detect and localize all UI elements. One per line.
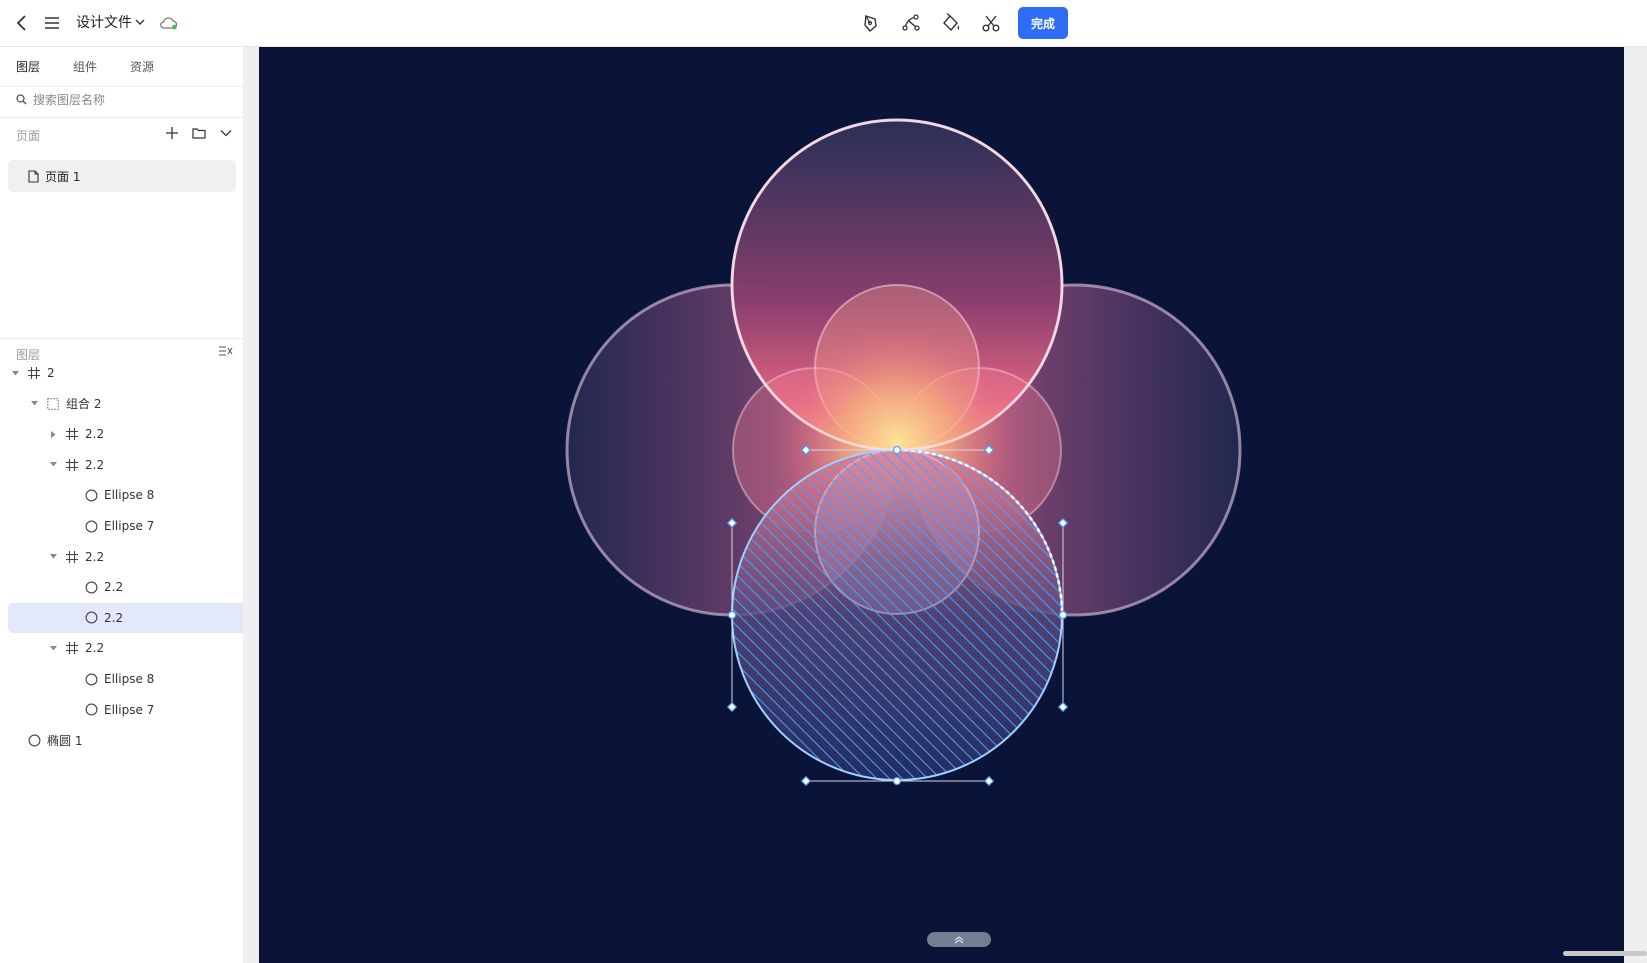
collapse-all-layers-button[interactable] bbox=[218, 343, 234, 359]
ellipse-icon bbox=[83, 520, 99, 533]
collapse-pages-button[interactable] bbox=[218, 125, 234, 141]
ellipse-icon bbox=[26, 734, 42, 747]
pen-tool-icon bbox=[864, 15, 877, 32]
layer-label: 2.2 bbox=[104, 580, 124, 595]
add-folder-button[interactable] bbox=[191, 125, 207, 141]
back-arrow-icon bbox=[16, 15, 26, 31]
caret-down-icon[interactable] bbox=[48, 645, 58, 651]
expand-panel-button[interactable] bbox=[927, 932, 991, 947]
chevron-down-icon bbox=[135, 19, 145, 25]
layer-row[interactable]: 2.2 bbox=[48, 419, 104, 449]
layer-label: Ellipse 7 bbox=[104, 519, 155, 533]
ellipse-icon bbox=[83, 581, 99, 594]
collapse-all-icon bbox=[219, 346, 233, 356]
caret-down-icon[interactable] bbox=[48, 554, 58, 559]
ellipse-icon bbox=[83, 673, 99, 686]
paint-bucket-button[interactable] bbox=[938, 7, 964, 39]
sidebar-scroll-gutter bbox=[243, 47, 259, 963]
scissors-button[interactable] bbox=[978, 7, 1004, 39]
ellipse-icon bbox=[83, 703, 99, 716]
layer-row[interactable]: 组合 2 bbox=[29, 389, 101, 419]
layer-row[interactable]: 2.2 bbox=[48, 450, 104, 480]
frame-icon bbox=[26, 367, 42, 379]
caret-down-icon[interactable] bbox=[48, 462, 58, 467]
layer-label: 2 bbox=[47, 366, 55, 380]
page-item[interactable]: 页面 1 bbox=[8, 160, 236, 192]
cloud-sync-status[interactable] bbox=[158, 11, 180, 35]
layer-row[interactable]: 2 bbox=[10, 358, 55, 388]
edit-tools: 完成 bbox=[858, 7, 1068, 39]
menu-button[interactable] bbox=[42, 11, 62, 35]
layer-label: Ellipse 7 bbox=[104, 702, 155, 717]
right-scroll-gutter bbox=[1624, 47, 1647, 963]
layer-label: 2.2 bbox=[85, 457, 105, 472]
frame-icon bbox=[64, 642, 80, 655]
caret-down-icon[interactable] bbox=[10, 370, 20, 376]
paint-bucket-icon bbox=[943, 13, 960, 32]
layer-row[interactable]: Ellipse 7 bbox=[67, 511, 154, 541]
back-button[interactable] bbox=[12, 11, 32, 35]
divider bbox=[0, 338, 243, 339]
pages-section-label: 页面 bbox=[16, 129, 41, 143]
group-icon bbox=[45, 397, 61, 410]
file-title-dropdown[interactable]: 设计文件 bbox=[76, 12, 145, 32]
done-button[interactable]: 完成 bbox=[1018, 7, 1068, 39]
layer-label: 2.2 bbox=[85, 641, 105, 656]
layer-row[interactable]: Ellipse 8 bbox=[67, 664, 154, 694]
cloud-sync-icon bbox=[160, 17, 178, 30]
layer-label: 椭圆 1 bbox=[47, 733, 83, 748]
sidebar-tabs: 图层 组件 资源 bbox=[16, 58, 154, 75]
layer-label: 2.2 bbox=[85, 427, 105, 442]
divider bbox=[0, 86, 243, 87]
top-toolbar: 设计文件 完成 bbox=[0, 0, 1647, 47]
scissors-icon bbox=[982, 15, 1000, 32]
frame-icon bbox=[64, 550, 80, 563]
artwork bbox=[565, 118, 1242, 787]
double-chevron-up-icon bbox=[954, 935, 964, 943]
ellipse-icon bbox=[83, 489, 99, 502]
page-icon bbox=[28, 169, 39, 183]
vector-path-icon bbox=[902, 14, 920, 31]
layer-row[interactable]: 2.2 bbox=[48, 633, 104, 663]
tab-components[interactable]: 组件 bbox=[73, 58, 97, 75]
ellipse-icon bbox=[83, 611, 99, 624]
design-canvas[interactable] bbox=[259, 47, 1624, 963]
layer-row[interactable]: 2.2 bbox=[67, 572, 123, 602]
layer-row[interactable]: Ellipse 7 bbox=[67, 695, 154, 725]
layer-row[interactable]: 椭圆 1 bbox=[10, 725, 82, 755]
layer-row[interactable]: 2.2 bbox=[48, 542, 104, 572]
frame-icon bbox=[64, 428, 80, 441]
layer-label: 2.2 bbox=[104, 610, 124, 625]
file-title: 设计文件 bbox=[76, 15, 132, 31]
caret-down-icon[interactable] bbox=[29, 401, 39, 406]
selection-hatch bbox=[731, 449, 1063, 781]
plus-icon bbox=[166, 127, 178, 139]
horizontal-scrollbar[interactable] bbox=[1563, 951, 1647, 956]
page-item-label: 页面 1 bbox=[45, 169, 81, 184]
layer-label: 组合 2 bbox=[66, 397, 102, 412]
pen-tool-button[interactable] bbox=[858, 7, 884, 39]
search-input[interactable]: 搜索图层名称 bbox=[33, 91, 105, 108]
caret-right-icon[interactable] bbox=[48, 430, 58, 438]
chevron-down-icon bbox=[220, 130, 232, 137]
search-icon bbox=[16, 94, 27, 105]
divider bbox=[0, 117, 243, 118]
menu-icon bbox=[45, 17, 59, 29]
layer-label: 2.2 bbox=[85, 549, 105, 564]
layer-label: Ellipse 8 bbox=[104, 488, 155, 503]
layer-search[interactable]: 搜索图层名称 bbox=[16, 91, 105, 108]
tab-assets[interactable]: 资源 bbox=[130, 58, 154, 75]
tab-layers[interactable]: 图层 bbox=[16, 58, 40, 75]
layer-row[interactable]: Ellipse 8 bbox=[67, 480, 154, 510]
add-page-button[interactable] bbox=[164, 125, 180, 141]
folder-icon bbox=[192, 128, 206, 139]
frame-icon bbox=[64, 458, 80, 471]
vector-path-button[interactable] bbox=[898, 7, 924, 39]
layer-label: Ellipse 8 bbox=[104, 672, 155, 686]
left-sidebar: 图层 组件 资源 搜索图层名称 页面 页面 1 图层 2 组合 2 2.2 2.2 El… bbox=[0, 47, 295, 963]
